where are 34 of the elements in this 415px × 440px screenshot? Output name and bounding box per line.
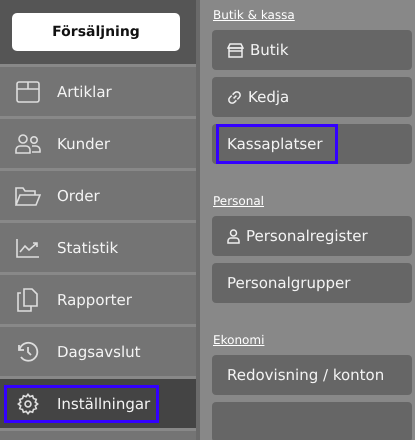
store-icon xyxy=(227,42,244,58)
users-icon xyxy=(15,134,41,154)
settings-button[interactable]: Personalregister xyxy=(212,216,412,256)
nav-item[interactable]: Inställningar xyxy=(0,379,196,431)
nav-label: Kunder xyxy=(57,134,110,152)
nav-label: Artiklar xyxy=(57,82,112,100)
nav-item[interactable]: Artiklar xyxy=(0,67,196,119)
link-icon xyxy=(227,90,242,104)
nav-label: Rapporter xyxy=(57,290,132,308)
box-icon xyxy=(15,80,41,102)
settings-icon xyxy=(15,392,41,414)
settings-button[interactable]: Personalgrupper xyxy=(212,263,412,303)
settings-button[interactable]: Kedja xyxy=(212,77,412,117)
chart-icon xyxy=(15,238,41,258)
settings-button[interactable]: Kassaplatser xyxy=(212,124,412,164)
settings-button[interactable] xyxy=(212,402,412,440)
nav-label: Dagsavslut xyxy=(57,342,141,360)
history-icon xyxy=(15,340,41,364)
copy-icon xyxy=(15,288,41,312)
nav-label: Statistik xyxy=(57,238,118,256)
nav-label: Order xyxy=(57,186,100,204)
nav-item[interactable]: Rapporter xyxy=(0,275,196,327)
section-heading[interactable]: Personal xyxy=(213,194,412,208)
nav-item[interactable]: Order xyxy=(0,171,196,223)
settings-button[interactable]: Butik xyxy=(212,30,412,70)
settings-button[interactable]: Redovisning / konton xyxy=(212,355,412,395)
nav-item[interactable]: Kunder xyxy=(0,119,196,171)
sales-button[interactable]: Försäljning xyxy=(12,13,180,51)
section-heading[interactable]: Ekonomi xyxy=(213,333,412,347)
folder-icon xyxy=(15,186,41,206)
person-icon xyxy=(227,228,240,244)
nav-label: Inställningar xyxy=(57,394,150,412)
nav-item[interactable]: Statistik xyxy=(0,223,196,275)
section-heading[interactable]: Butik & kassa xyxy=(213,8,412,22)
